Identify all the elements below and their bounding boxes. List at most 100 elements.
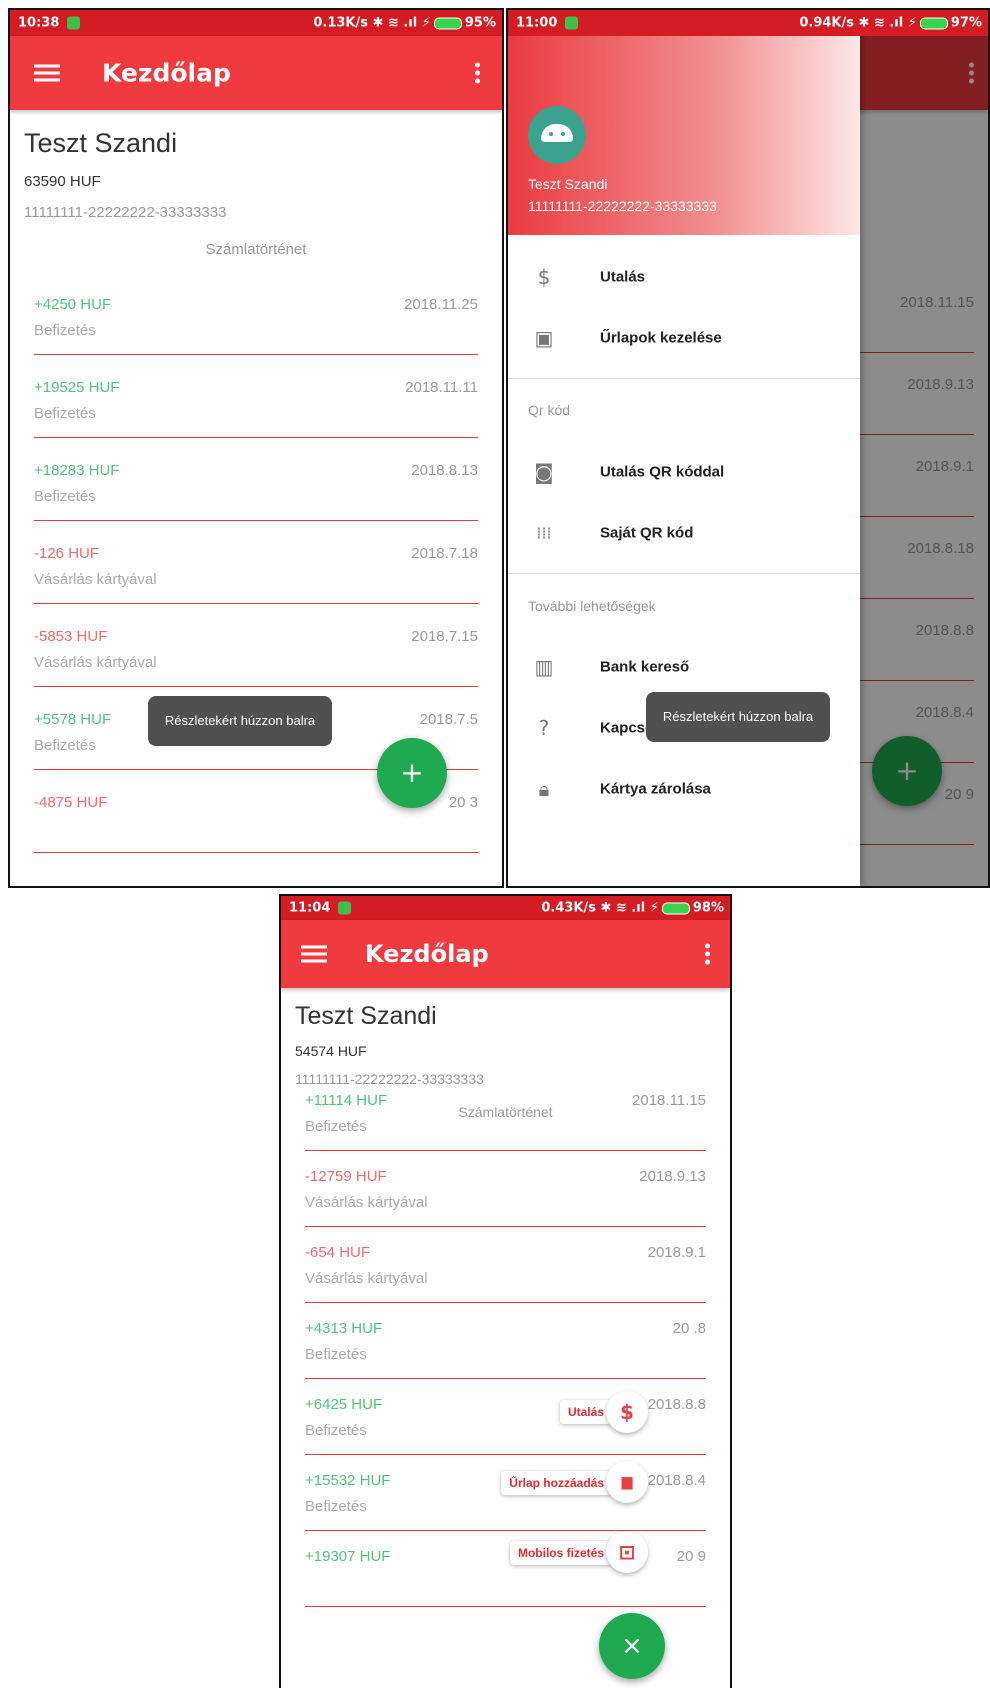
- status-indicators: 0.13K/s ✱ ≋ .ıl ⚡: [313, 15, 431, 31]
- battery-percent: 95%: [464, 15, 496, 31]
- transaction-row[interactable]: -126 HUF 2018.7.18 Vásárlás kártyával: [34, 545, 478, 615]
- folder-plus-icon[interactable]: ▆: [606, 1461, 648, 1503]
- navigation-drawer: Teszt Szandi 11111111-22222222-33333333 …: [508, 36, 860, 886]
- speed-dial-label-mobile-pay[interactable]: Mobilos fizetés: [509, 1541, 612, 1565]
- dollar-icon[interactable]: $: [606, 1391, 648, 1433]
- status-bar: 10:38 0.13K/s ✱ ≋ .ıl ⚡ 95%: [10, 10, 502, 36]
- transaction-row[interactable]: +4313 HUF 20 .8 Befizetés: [305, 1320, 706, 1390]
- transaction-row[interactable]: -5853 HUF 2018.7.15 Vásárlás kártyával: [34, 628, 478, 698]
- screen-drawer: 11:00 0.94K/s ✱ ≋ .ıl ⚡ 97% 2018.11.15 201…: [506, 8, 990, 888]
- status-indicators: 0.94K/s ✱ ≋ .ıl ⚡: [799, 15, 917, 31]
- transaction-amount: -126 HUF: [34, 545, 100, 562]
- transaction-description: Befizetés: [34, 737, 96, 754]
- drawer-item-card-lock[interactable]: 🔒︎ Kártya zárolása: [508, 759, 860, 819]
- status-time: 11:00: [516, 15, 558, 31]
- transaction-description: Befizetés: [305, 1346, 367, 1363]
- battery-percent: 98%: [692, 900, 724, 916]
- transaction-amount: -5853 HUF: [34, 628, 108, 645]
- status-time: 11:04: [289, 900, 331, 916]
- transaction-amount: +4313 HUF: [305, 1320, 383, 1337]
- transaction-amount: -654 HUF: [305, 1244, 371, 1261]
- lock-icon: 🔒︎: [538, 777, 550, 801]
- transaction-date: 2018.11.15: [632, 1092, 706, 1109]
- drawer-item-own-qr[interactable]: ⁞⁞⁞ Saját QR kód: [508, 503, 860, 563]
- transaction-amount: +6425 HUF: [305, 1396, 383, 1413]
- transaction-row[interactable]: +19525 HUF 2018.11.11 Befizetés: [34, 379, 478, 449]
- swipe-hint-toast: Részletekért húzzon balra: [646, 692, 830, 742]
- drawer-item-forms[interactable]: ▣ Űrlapok kezelése: [508, 308, 860, 368]
- drawer-user-name: Teszt Szandi: [528, 176, 608, 192]
- row-divider: [34, 354, 478, 355]
- transaction-date: 20 .8: [672, 1320, 706, 1337]
- drawer-item-bank-search[interactable]: ▥ Bank kereső: [508, 637, 860, 697]
- menu-icon[interactable]: [34, 61, 60, 86]
- transaction-description: Vásárlás kártyával: [34, 654, 157, 671]
- transaction-date: 20 3: [448, 794, 478, 811]
- drawer-item-label: Utalás QR kóddal: [600, 463, 725, 481]
- speed-dial-label-add-form[interactable]: Űrlap hozzáadás: [501, 1471, 612, 1495]
- more-options-icon[interactable]: [475, 60, 480, 87]
- drawer-item-label: Utalás: [600, 268, 646, 286]
- status-bar: 11:04 0.43K/s ✱ ≋ .ıl ⚡ 98%: [281, 896, 730, 920]
- page-title: Kezdőlap: [365, 940, 489, 968]
- alarm-icon: [67, 16, 81, 30]
- account-number: 11111111-22222222-33333333: [24, 204, 227, 221]
- close-fab[interactable]: ×: [599, 1613, 665, 1679]
- camera-icon: ◙: [534, 460, 554, 484]
- drawer-header: Teszt Szandi 11111111-22222222-33333333: [508, 36, 860, 235]
- transaction-date: 2018.7.18: [411, 545, 478, 562]
- row-divider: [34, 686, 478, 687]
- battery-icon: [661, 902, 690, 914]
- battery-percent: 97%: [950, 15, 982, 31]
- menu-icon[interactable]: [301, 942, 327, 967]
- transaction-date: 2018.8.13: [411, 462, 478, 479]
- transaction-description: Vásárlás kártyával: [305, 1194, 428, 1211]
- transaction-date: 2018.8.4: [647, 1472, 706, 1489]
- transaction-row[interactable]: -12759 HUF 2018.9.13 Vásárlás kártyával: [305, 1168, 706, 1238]
- drawer-divider: [508, 573, 860, 574]
- transaction-amount: +19307 HUF: [305, 1548, 391, 1565]
- more-options-icon[interactable]: [705, 941, 710, 968]
- clipboard-account-icon: ▣: [534, 326, 554, 350]
- transaction-date: 2018.8.8: [647, 1396, 706, 1413]
- row-divider: [305, 1226, 706, 1227]
- transaction-date: 2018.9.1: [647, 1244, 706, 1261]
- transaction-amount: +5578 HUF: [34, 711, 112, 728]
- transaction-amount: +11114 HUF: [305, 1092, 388, 1109]
- swipe-hint-toast: Részletekért húzzon balra: [148, 696, 332, 746]
- transaction-description: Befizetés: [305, 1118, 367, 1135]
- help-circle-icon: ?: [538, 716, 550, 740]
- transaction-amount: -12759 HUF: [305, 1168, 387, 1185]
- nfc-icon[interactable]: ⊡: [606, 1531, 648, 1573]
- transaction-date: 2018.11.11: [405, 379, 478, 396]
- row-divider: [305, 1378, 706, 1379]
- qr-code-icon: ⁞⁞⁞: [536, 523, 552, 543]
- drawer-item-label: Bank kereső: [600, 658, 690, 676]
- transaction-date: 2018.9.13: [639, 1168, 706, 1185]
- map-icon: ▥: [534, 655, 554, 679]
- drawer-section-qr: Qr kód: [528, 402, 571, 418]
- drawer-item-utalas[interactable]: $ Utalás: [508, 247, 860, 307]
- row-divider: [34, 603, 478, 604]
- account-card: Teszt Szandi 54574 HUF 11111111-22222222…: [295, 1002, 484, 1087]
- drawer-divider: [508, 378, 860, 379]
- speed-dial-label-transfer[interactable]: Utalás: [559, 1400, 612, 1424]
- transaction-row[interactable]: +18283 HUF 2018.8.13 Befizetés: [34, 462, 478, 532]
- transaction-row[interactable]: +11114 HUF 2018.11.15 Befizetés: [305, 1092, 706, 1162]
- alarm-icon: [565, 16, 579, 30]
- transaction-amount: +19525 HUF: [34, 379, 120, 396]
- drawer-user-account: 11111111-22222222-33333333: [528, 198, 717, 214]
- android-icon: [541, 124, 573, 142]
- status-bar: 11:00 0.94K/s ✱ ≋ .ıl ⚡ 97%: [508, 10, 988, 36]
- drawer-section-more: További lehetőségek: [528, 598, 656, 614]
- drawer-item-qr-transfer[interactable]: ◙ Utalás QR kóddal: [508, 442, 860, 502]
- transaction-row[interactable]: -654 HUF 2018.9.1 Vásárlás kártyával: [305, 1244, 706, 1314]
- row-divider: [34, 520, 478, 521]
- add-fab[interactable]: +: [377, 738, 447, 808]
- transaction-row[interactable]: +4250 HUF 2018.11.25 Befizetés: [34, 296, 478, 366]
- avatar: [528, 106, 586, 164]
- transaction-date: 2018.7.15: [411, 628, 478, 645]
- account-holder-name: Teszt Szandi: [24, 128, 178, 158]
- app-bar: Kezdőlap: [281, 920, 730, 988]
- drawer-item-label: Kártya zárolása: [600, 780, 711, 798]
